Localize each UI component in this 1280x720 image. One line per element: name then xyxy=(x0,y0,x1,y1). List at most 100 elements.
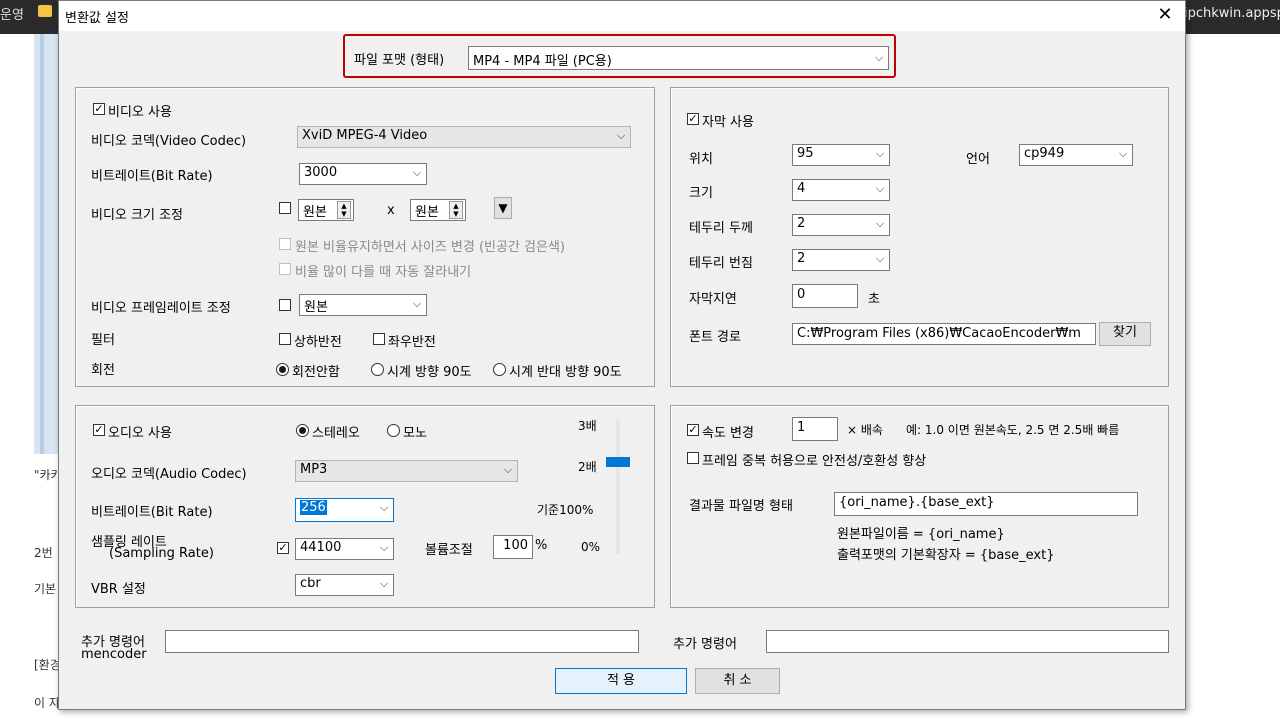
border-width-label: 테두리 두께 xyxy=(689,221,753,236)
sampling-select[interactable]: 44100 ⌵ xyxy=(295,538,394,560)
browse-font-button[interactable]: 찾기 xyxy=(1099,322,1151,346)
background-text-line: 2번 xyxy=(34,546,53,560)
audio-codec-select[interactable]: MP3 ⌵ xyxy=(295,460,518,482)
frame-dup-checkbox[interactable] xyxy=(687,452,699,464)
video-bitrate-label: 비트레이트(Bit Rate) xyxy=(91,169,213,184)
filter-label: 필터 xyxy=(91,333,115,348)
auto-crop-label: 비율 많이 다를 때 자동 잘라내기 xyxy=(295,265,472,280)
sampling-value: 44100 xyxy=(300,540,342,555)
size-preset-dropdown-icon[interactable]: ▼ xyxy=(494,197,512,219)
size-separator: x xyxy=(387,203,395,218)
spin-arrows-icon[interactable]: ▲ ▼ xyxy=(449,201,463,219)
volume-slider-track[interactable] xyxy=(616,419,620,554)
volume-label: 볼륨조절 xyxy=(425,543,473,558)
sampling-label-2: (Sampling Rate) xyxy=(109,546,214,561)
video-height-value: 원본 xyxy=(415,205,439,220)
title-bar: 변환값 설정 ✕ xyxy=(59,1,1185,31)
background-text-line: 이 자 xyxy=(34,696,60,710)
auto-crop-checkbox[interactable] xyxy=(279,263,291,275)
subtitle-language-select[interactable]: cp949 ⌵ xyxy=(1019,144,1133,166)
subtitle-delay-input[interactable]: 0 xyxy=(792,284,858,308)
output-name-label: 결과물 파일명 형태 xyxy=(689,499,793,514)
audio-bitrate-select[interactable]: 256 ⌵ xyxy=(295,498,394,522)
border-width-value: 2 xyxy=(797,216,806,231)
spin-arrows-icon[interactable]: ▲ ▼ xyxy=(337,201,351,219)
rotate-ccw-radio[interactable] xyxy=(493,363,506,376)
video-width-value: 원본 xyxy=(303,205,327,220)
speed-input[interactable]: 1 xyxy=(792,417,838,441)
rotate-ccw-label: 시계 반대 방향 90도 xyxy=(509,365,622,380)
chevron-down-icon: ⌵ xyxy=(379,577,389,590)
video-bitrate-value: 3000 xyxy=(304,165,338,180)
speed-unit: × 배속 xyxy=(847,423,883,437)
chevron-down-icon: ⌵ xyxy=(1118,147,1128,160)
subtitle-enable-label: 자막 사용 xyxy=(702,115,754,130)
close-icon[interactable]: ✕ xyxy=(1153,3,1177,27)
chevron-down-icon: ⌵ xyxy=(875,217,885,230)
file-format-value: MP4 - MP4 파일 (PC용) xyxy=(473,54,612,69)
mono-radio[interactable] xyxy=(387,424,400,437)
video-bitrate-select[interactable]: 3000 ⌵ xyxy=(299,163,427,185)
subtitle-delay-unit: 초 xyxy=(868,292,880,307)
audio-enable-checkbox[interactable]: ✓ xyxy=(93,424,105,436)
subtitle-size-select[interactable]: 4 ⌵ xyxy=(792,179,890,201)
border-blur-select[interactable]: 2 ⌵ xyxy=(792,249,890,271)
video-enable-checkbox[interactable]: ✓ xyxy=(93,103,105,115)
folder-icon xyxy=(38,5,52,17)
subtitle-language-value: cp949 xyxy=(1024,146,1065,161)
rotate-label: 회전 xyxy=(91,363,115,378)
border-blur-label: 테두리 번짐 xyxy=(689,256,753,271)
rotate-cw-radio[interactable] xyxy=(371,363,384,376)
border-width-select[interactable]: 2 ⌵ xyxy=(792,214,890,236)
apply-button[interactable]: 적 용 xyxy=(555,668,687,694)
chevron-down-icon: ⌵ xyxy=(412,166,422,179)
vbr-select[interactable]: cbr ⌵ xyxy=(295,574,394,596)
volume-input[interactable]: 100 xyxy=(493,535,533,559)
extra-command-input[interactable] xyxy=(766,630,1169,653)
volume-slider-thumb[interactable] xyxy=(606,457,630,467)
background-image-strip xyxy=(34,34,58,454)
rotate-none-label: 회전안함 xyxy=(292,365,340,380)
rotate-none-radio[interactable] xyxy=(276,363,289,376)
video-size-checkbox[interactable] xyxy=(279,202,291,214)
chevron-down-icon: ⌵ xyxy=(875,252,885,265)
background-right-label: ipchkwin.appsp xyxy=(1184,6,1280,21)
keep-ratio-checkbox[interactable] xyxy=(279,238,291,250)
chevron-down-icon: ⌵ xyxy=(503,463,513,476)
file-format-select[interactable]: MP4 - MP4 파일 (PC용) ⌵ xyxy=(468,46,889,70)
output-help-ext: 출력포맷의 기본확장자 = {base_ext} xyxy=(837,548,1055,563)
subtitle-position-label: 위치 xyxy=(689,152,713,167)
video-size-label: 비디오 크기 조정 xyxy=(91,208,183,223)
framerate-label: 비디오 프레임레이트 조정 xyxy=(91,301,231,316)
stereo-radio[interactable] xyxy=(296,424,309,437)
chevron-down-icon: ⌵ xyxy=(616,129,626,142)
extra-mencoder-label-2: mencoder xyxy=(81,647,147,662)
mono-label: 모노 xyxy=(403,426,427,441)
video-codec-select[interactable]: XviD MPEG-4 Video ⌵ xyxy=(297,126,631,148)
background-text-line: [환경 xyxy=(34,658,61,672)
rotate-cw-label: 시계 방향 90도 xyxy=(387,365,472,380)
sampling-checkbox[interactable]: ✓ xyxy=(277,542,289,554)
vbr-value: cbr xyxy=(300,576,321,591)
volume-scale-3x: 3배 xyxy=(578,419,597,433)
audio-codec-value: MP3 xyxy=(300,462,328,477)
extra-mencoder-input[interactable] xyxy=(165,630,639,653)
output-name-input[interactable]: {ori_name}.{base_ext} xyxy=(834,492,1138,516)
volume-scale-base: 기준100% xyxy=(537,503,594,517)
framerate-checkbox[interactable] xyxy=(279,299,291,311)
border-blur-value: 2 xyxy=(797,251,806,266)
volume-scale-zero: 0% xyxy=(581,540,601,554)
volume-unit: % xyxy=(535,538,548,553)
flip-horizontal-checkbox[interactable] xyxy=(373,333,385,345)
cancel-button[interactable]: 취 소 xyxy=(695,668,780,694)
flip-vertical-checkbox[interactable] xyxy=(279,333,291,345)
font-path-input[interactable]: C:₩Program Files (x86)₩CacaoEncoder₩m xyxy=(792,323,1096,345)
subtitle-position-select[interactable]: 95 ⌵ xyxy=(792,144,890,166)
chevron-down-icon: ⌵ xyxy=(412,297,422,310)
framerate-value: 원본 xyxy=(304,300,328,315)
audio-enable-label: 오디오 사용 xyxy=(108,426,172,441)
speed-enable-checkbox[interactable]: ✓ xyxy=(687,424,699,436)
framerate-select[interactable]: 원본 ⌵ xyxy=(299,294,427,316)
background-left-label: 운영 xyxy=(0,8,24,23)
subtitle-enable-checkbox[interactable]: ✓ xyxy=(687,113,699,125)
